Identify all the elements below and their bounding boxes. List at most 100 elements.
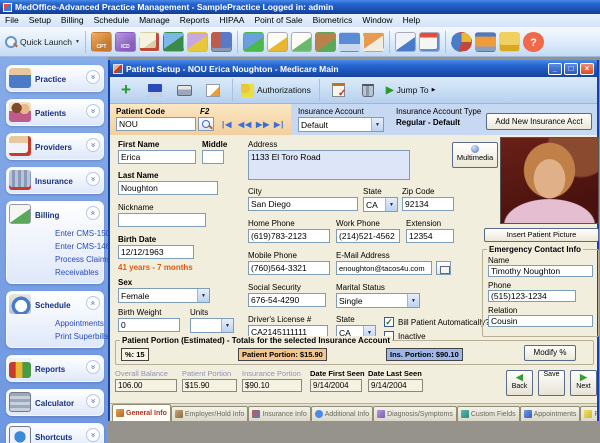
expand-chevron-icon[interactable]: » [86, 394, 100, 408]
print-button[interactable] [172, 79, 196, 101]
insert-picture-button[interactable]: Insert Patient Picture [484, 228, 599, 242]
emergency-relation-input[interactable] [488, 315, 593, 327]
expand-chevron-icon[interactable]: » [86, 172, 100, 186]
birth-weight-input[interactable] [118, 318, 180, 332]
menu-point-of-sale[interactable]: Point of Sale [249, 14, 307, 27]
menu-biometrics[interactable]: Biometrics [308, 14, 358, 27]
nav-last-button[interactable]: ▶| [274, 120, 284, 129]
zip-input[interactable] [402, 197, 454, 211]
tab-patient-notes[interactable]: Patient Notes [580, 406, 597, 421]
process-claims-icon[interactable] [291, 32, 312, 52]
expand-chevron-icon[interactable]: » [86, 104, 100, 118]
authorizations-button[interactable]: Authorizations [240, 79, 312, 101]
help-icon[interactable]: ? [523, 32, 544, 52]
lab-tests-icon[interactable] [163, 32, 184, 52]
expand-chevron-icon[interactable]: » [86, 138, 100, 152]
menu-file[interactable]: File [0, 14, 24, 27]
tab-insurance-info[interactable]: Insurance Info [248, 406, 310, 421]
patient-search-button[interactable] [198, 117, 214, 131]
authorizations-icon[interactable] [187, 32, 208, 52]
nav-next-button[interactable]: ▶▶ [256, 120, 270, 129]
menu-manage[interactable]: Manage [134, 14, 175, 27]
jump-to-button[interactable]: ▶ Jump To ▶ [385, 79, 437, 101]
patient-code-input[interactable] [116, 117, 196, 131]
add-patient-button[interactable]: + [114, 79, 138, 101]
menu-window[interactable]: Window [357, 14, 397, 27]
marital-status-select[interactable]: Single ▼ [336, 293, 420, 308]
middle-input[interactable] [202, 150, 224, 164]
last-name-input[interactable] [118, 181, 218, 195]
state-select[interactable]: CA ▼ [363, 197, 398, 212]
sidebar-section-shortcuts[interactable]: Shortcuts » [6, 423, 104, 443]
delete-button[interactable] [356, 79, 380, 101]
sidebar-item-receivables[interactable]: Receivables [55, 266, 101, 279]
next-button[interactable]: ▶ Next [570, 370, 597, 396]
maximize-button[interactable]: □ [564, 63, 578, 75]
appointments-icon[interactable] [419, 32, 440, 52]
sidebar-section-insurance[interactable]: Insurance » [6, 167, 104, 194]
menu-help[interactable]: Help [398, 14, 425, 27]
minimize-button[interactable]: _ [548, 63, 562, 75]
sidebar-section-practice[interactable]: Practice » [6, 65, 104, 92]
sex-select[interactable]: Female ▼ [118, 288, 210, 303]
sidebar-section-reports[interactable]: Reports » [6, 355, 104, 382]
city-input[interactable] [248, 197, 358, 211]
certificate-icon[interactable] [139, 32, 160, 52]
nav-prev-button[interactable]: ◀◀ [238, 120, 252, 129]
first-name-input[interactable] [118, 150, 196, 164]
collapse-chevron-icon[interactable]: » [86, 206, 100, 220]
sidebar-item-print-superbills[interactable]: Print Superbills [55, 330, 101, 343]
add-new-insurance-button[interactable]: Add New Insurance Acct [486, 113, 592, 130]
point-of-sale-icon[interactable] [339, 32, 360, 52]
work-phone-input[interactable] [336, 229, 400, 243]
multimedia-button[interactable]: Multimedia [452, 142, 498, 168]
menu-hipaa[interactable]: HIPAA [215, 14, 250, 27]
nav-first-button[interactable]: |◀ [222, 120, 232, 129]
tab-additional-info[interactable]: Additional Info [311, 406, 373, 421]
sidebar-item-enter-cms-1460[interactable]: Enter CMS-1460 [55, 240, 101, 253]
sidebar-section-patients[interactable]: Patients » [6, 99, 104, 126]
ssn-input[interactable] [248, 293, 326, 307]
menu-billing[interactable]: Billing [56, 14, 89, 27]
emergency-phone-input[interactable] [488, 290, 576, 302]
sidebar-item-process-claims[interactable]: Process Claims [55, 253, 101, 266]
dropdown-arrow-icon[interactable]: ▼ [385, 198, 397, 211]
menu-schedule[interactable]: Schedule [89, 14, 134, 27]
save-button[interactable]: Save [538, 370, 565, 396]
tab-general-info[interactable]: General Info [112, 404, 171, 421]
quick-launch-dropdown-icon[interactable]: ▼ [75, 39, 80, 45]
report-scheduler-icon[interactable] [395, 32, 416, 52]
sidebar-section-calculator[interactable]: Calculator » [6, 389, 104, 416]
insurance-account-select[interactable]: Default ▼ [298, 117, 384, 132]
dropdown-arrow-icon[interactable]: ▼ [407, 294, 419, 307]
icd-codes-icon[interactable]: ICD [115, 32, 136, 52]
dropdown-arrow-icon[interactable]: ▼ [221, 319, 233, 332]
home-phone-input[interactable] [248, 229, 330, 243]
verify-button[interactable]: ✓ [327, 79, 351, 101]
expand-chevron-icon[interactable]: » [86, 428, 100, 442]
menu-setup[interactable]: Setup [24, 14, 56, 27]
modify-percent-button[interactable]: Modify % [524, 345, 576, 361]
sidebar-section-schedule[interactable]: Schedule » Appointments Print Superbills [6, 291, 104, 348]
claims-transfer-icon[interactable] [243, 32, 264, 52]
mobile-phone-input[interactable] [248, 261, 330, 275]
save-patient-button[interactable] [143, 79, 167, 101]
tab-diagnosis-symptoms[interactable]: Diagnosis/Symptoms [373, 406, 457, 421]
dropdown-arrow-icon[interactable]: ▼ [371, 118, 383, 131]
expand-chevron-icon[interactable]: » [86, 70, 100, 84]
back-button[interactable]: ◀ Back [506, 370, 533, 396]
security-lock-icon[interactable] [499, 32, 520, 52]
extension-input[interactable] [406, 229, 454, 243]
workstation-icon[interactable] [475, 32, 496, 52]
emergency-name-input[interactable] [488, 265, 593, 277]
email-input[interactable] [336, 261, 432, 275]
address-input[interactable]: 1133 El Toro Road [248, 150, 410, 180]
birth-date-input[interactable] [118, 245, 194, 259]
send-email-button[interactable] [436, 261, 451, 275]
financial-charts-icon[interactable] [451, 32, 472, 52]
menu-reports[interactable]: Reports [175, 14, 215, 27]
dropdown-arrow-icon[interactable]: ▼ [197, 289, 209, 302]
nickname-input[interactable] [118, 213, 206, 227]
close-button[interactable]: × [580, 63, 594, 75]
bill-auto-checkbox[interactable]: ✓ [384, 317, 394, 327]
